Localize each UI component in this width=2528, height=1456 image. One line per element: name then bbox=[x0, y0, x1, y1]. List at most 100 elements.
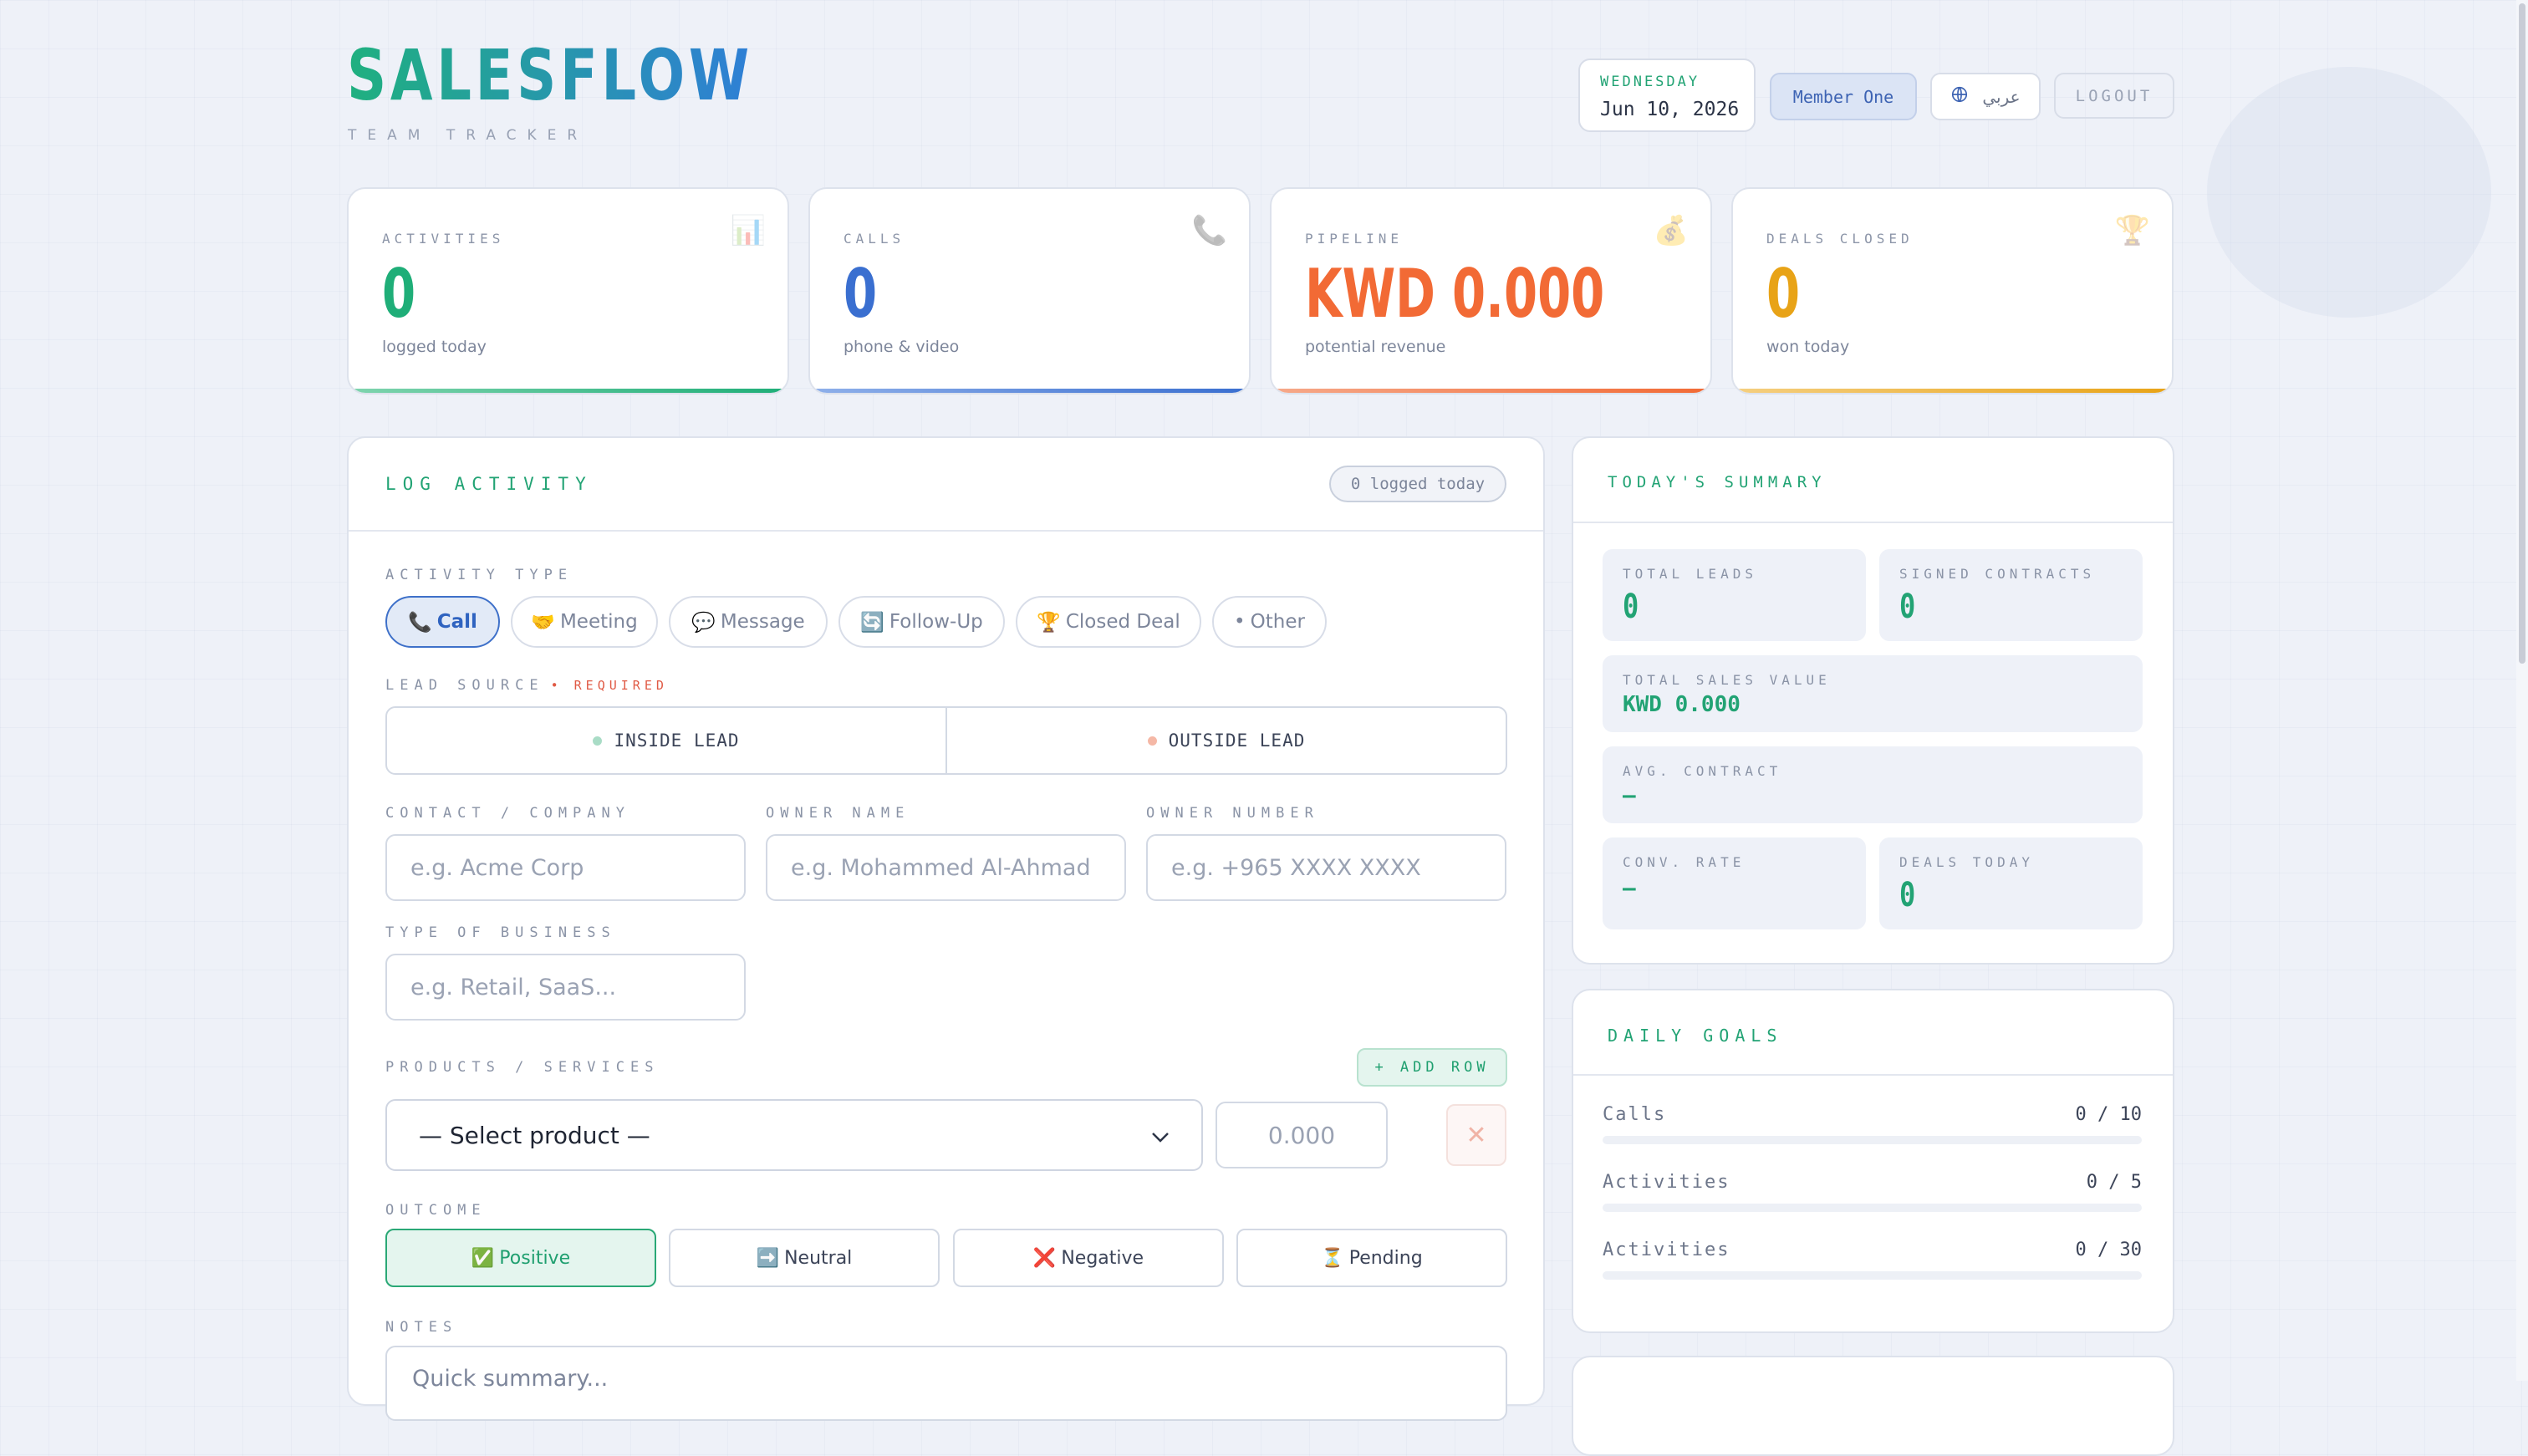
language-label: عربي bbox=[1982, 86, 2021, 107]
language-toggle[interactable]: عربي bbox=[1930, 73, 2041, 120]
trophy-icon: 🏆 bbox=[1037, 611, 1061, 634]
tile-value: KWD 0.000 bbox=[1623, 692, 1741, 717]
cross-icon: ❌ bbox=[1032, 1247, 1057, 1269]
product-select[interactable]: — Select product — bbox=[385, 1099, 1203, 1171]
business-type-input[interactable] bbox=[385, 954, 746, 1021]
log-activity-title: LOG ACTIVITY bbox=[385, 474, 593, 494]
background-decoration bbox=[2207, 67, 2491, 318]
chevron-down-icon bbox=[1151, 1122, 1170, 1149]
total-leads-tile: TOTAL LEADS 0 bbox=[1603, 549, 1866, 641]
outcome-positive[interactable]: ✅ Positive bbox=[385, 1229, 656, 1287]
lead-source-toggle: INSIDE LEAD OUTSIDE LEAD bbox=[385, 706, 1507, 775]
goal-row: Activities 0 / 30 bbox=[1603, 1240, 2142, 1281]
tile-label: TOTAL LEADS bbox=[1623, 566, 1757, 582]
current-date: Jun 10, 2026 bbox=[1600, 99, 1740, 120]
tile-value: 0 bbox=[1899, 876, 1916, 914]
stat-value: 0 bbox=[844, 255, 878, 333]
remove-row-button[interactable]: ✕ bbox=[1446, 1104, 1506, 1166]
stat-label: ACTIVITIES bbox=[382, 231, 505, 247]
outcome-pending[interactable]: ⏳ Pending bbox=[1236, 1229, 1507, 1287]
stat-accent-bar bbox=[349, 389, 787, 393]
refresh-icon: 🔄 bbox=[860, 611, 884, 634]
stat-subtext: won today bbox=[1766, 338, 1850, 356]
stat-accent-bar bbox=[810, 389, 1249, 393]
money-bag-icon: 💰 bbox=[1653, 214, 1689, 247]
tile-label: DEALS TODAY bbox=[1899, 854, 2034, 870]
stat-card-calls: CALLS 0 phone & video 📞 bbox=[808, 187, 1251, 395]
goal-row: Calls 0 / 10 bbox=[1603, 1104, 2142, 1146]
inside-lead-option[interactable]: INSIDE LEAD bbox=[387, 708, 945, 773]
notes-input[interactable]: Quick summary... bbox=[385, 1346, 1507, 1421]
goal-progress-track bbox=[1603, 1271, 2142, 1280]
summary-title: TODAY'S SUMMARY bbox=[1608, 473, 1827, 491]
speech-bubble-icon: 💬 bbox=[691, 611, 716, 634]
phone-icon: 📞 bbox=[408, 611, 432, 634]
outcome-neutral[interactable]: ➡️ Neutral bbox=[669, 1229, 940, 1287]
activity-chip-other[interactable]: • Other bbox=[1212, 596, 1327, 648]
avg-contract-tile: AVG. CONTRACT — bbox=[1603, 746, 2143, 823]
tile-label: SIGNED CONTRACTS bbox=[1899, 566, 2096, 582]
stat-subtext: logged today bbox=[382, 338, 487, 356]
logged-today-badge: 0 logged today bbox=[1329, 466, 1506, 502]
add-row-button[interactable]: + ADD ROW bbox=[1357, 1048, 1507, 1087]
activity-chip-follow-up[interactable]: 🔄 Follow-Up bbox=[838, 596, 1005, 648]
activity-type-label: ACTIVITY TYPE bbox=[385, 567, 573, 583]
contact-label: CONTACT / COMPANY bbox=[385, 805, 630, 822]
page-scrollbar[interactable] bbox=[2516, 0, 2528, 1381]
goal-progress-track bbox=[1603, 1204, 2142, 1212]
tile-label: AVG. CONTRACT bbox=[1623, 763, 1782, 779]
outside-lead-option[interactable]: OUTSIDE LEAD bbox=[945, 708, 1506, 773]
trophy-icon: 🏆 bbox=[2114, 214, 2150, 247]
required-marker: • REQUIRED bbox=[550, 678, 668, 693]
activity-chip-message[interactable]: 💬 Message bbox=[669, 596, 828, 648]
owner-name-input[interactable] bbox=[766, 834, 1126, 901]
owner-number-input[interactable] bbox=[1146, 834, 1506, 901]
tile-value: — bbox=[1623, 876, 1636, 901]
goal-label: Activities bbox=[1603, 1172, 1730, 1193]
stat-label: PIPELINE bbox=[1305, 231, 1404, 247]
owner-number-label: OWNER NUMBER bbox=[1146, 805, 1319, 822]
stat-value: KWD 0.000 bbox=[1305, 255, 1605, 333]
tile-value: — bbox=[1623, 783, 1636, 808]
product-select-value: — Select product — bbox=[419, 1121, 650, 1149]
check-icon: ✅ bbox=[471, 1247, 495, 1269]
scrollbar-thumb[interactable] bbox=[2519, 3, 2525, 664]
close-icon: ✕ bbox=[1465, 1120, 1487, 1150]
stat-subtext: potential revenue bbox=[1305, 338, 1446, 356]
app-logo: SALESFLOW bbox=[347, 34, 753, 116]
amount-input[interactable]: 0.000 bbox=[1216, 1102, 1388, 1168]
business-type-label: TYPE OF BUSINESS bbox=[385, 924, 616, 941]
dot-icon bbox=[1147, 736, 1157, 746]
products-label: PRODUCTS / SERVICES bbox=[385, 1059, 660, 1076]
conv-rate-tile: CONV. RATE — bbox=[1603, 837, 1866, 929]
notes-label: NOTES bbox=[385, 1319, 458, 1336]
logout-button[interactable]: LOGOUT bbox=[2054, 73, 2174, 119]
tile-label: TOTAL SALES VALUE bbox=[1623, 672, 1831, 688]
stat-card-pipeline: PIPELINE KWD 0.000 potential revenue 💰 bbox=[1270, 187, 1712, 395]
activity-chip-meeting[interactable]: 🤝 Meeting bbox=[511, 596, 658, 648]
phone-icon: 📞 bbox=[1191, 214, 1227, 247]
handshake-icon: 🤝 bbox=[531, 611, 555, 634]
tile-label: CONV. RATE bbox=[1623, 854, 1746, 870]
stat-label: DEALS CLOSED bbox=[1766, 231, 1914, 247]
additional-panel bbox=[1572, 1356, 2174, 1456]
stat-subtext: phone & video bbox=[844, 338, 960, 356]
goal-row: Activities 0 / 5 bbox=[1603, 1172, 2142, 1214]
goal-value: 0 / 5 bbox=[2086, 1172, 2142, 1193]
signed-contracts-tile: SIGNED CONTRACTS 0 bbox=[1879, 549, 2143, 641]
stat-accent-bar bbox=[1272, 389, 1710, 393]
activity-chip-closed-deal[interactable]: 🏆 Closed Deal bbox=[1016, 596, 1201, 648]
bar-chart-icon: 📊 bbox=[730, 214, 766, 247]
outcome-negative[interactable]: ❌ Negative bbox=[953, 1229, 1224, 1287]
contact-input[interactable] bbox=[385, 834, 746, 901]
activity-chip-call[interactable]: 📞 Call bbox=[385, 596, 500, 648]
deals-today-tile: DEALS TODAY 0 bbox=[1879, 837, 2143, 929]
goal-label: Activities bbox=[1603, 1240, 1730, 1260]
hourglass-icon: ⏳ bbox=[1321, 1247, 1344, 1269]
stat-value: 0 bbox=[1766, 255, 1801, 333]
goal-progress-track bbox=[1603, 1136, 2142, 1144]
member-button[interactable]: Member One bbox=[1770, 73, 1917, 120]
arrow-right-icon: ➡️ bbox=[756, 1247, 780, 1269]
outcome-label: OUTCOME bbox=[385, 1202, 487, 1219]
tile-value: 0 bbox=[1623, 588, 1639, 626]
